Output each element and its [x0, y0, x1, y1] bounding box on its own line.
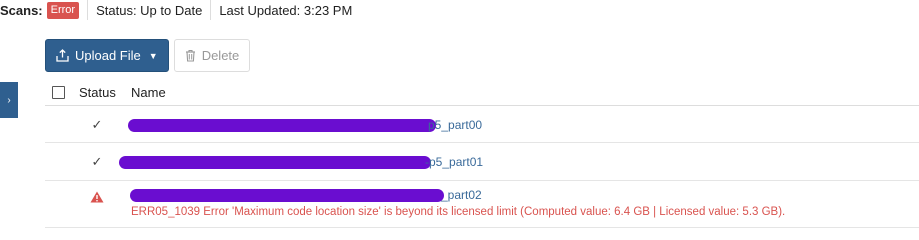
- side-panel-toggle[interactable]: ›: [0, 82, 18, 118]
- scans-error-badge[interactable]: Error: [46, 1, 80, 19]
- trash-icon: [185, 49, 195, 62]
- redaction-bar: [128, 119, 436, 132]
- warning-icon: [90, 191, 104, 203]
- status-text: Status: Up to Date: [96, 2, 203, 18]
- column-header-status: Status: [79, 85, 116, 100]
- scans-segment: Scans: Error: [0, 0, 89, 20]
- file-name-link[interactable]: p5_part00: [428, 118, 482, 132]
- status-segment: Status: Up to Date: [88, 0, 212, 20]
- table-row[interactable]: _part02 ERR05_1039 Error 'Maximum code l…: [45, 181, 919, 228]
- last-updated-segment: Last Updated: 3:23 PM: [211, 0, 360, 20]
- table-row[interactable]: ✓ p5_part00: [45, 106, 919, 143]
- table-row[interactable]: ✓ -p5_part01: [45, 143, 919, 181]
- chevron-right-icon: ›: [7, 94, 11, 106]
- upload-icon: [56, 49, 69, 62]
- check-icon: ✓: [91, 154, 103, 169]
- file-name-link[interactable]: -p5_part01: [425, 155, 483, 169]
- delete-button[interactable]: Delete: [173, 39, 251, 72]
- select-all-checkbox[interactable]: [52, 86, 65, 99]
- redaction-bar: [130, 189, 444, 202]
- caret-down-icon: ▼: [148, 50, 158, 61]
- upload-file-button[interactable]: Upload File ▼: [45, 39, 169, 72]
- toolbar: Upload File ▼ Delete: [45, 39, 251, 72]
- error-message: ERR05_1039 Error 'Maximum code location …: [131, 206, 786, 218]
- table-header: Status Name: [45, 80, 919, 106]
- redaction-bar: [119, 156, 431, 169]
- file-name-link[interactable]: _part02: [441, 188, 482, 202]
- scans-label: Scans:: [0, 2, 43, 18]
- check-icon: ✓: [91, 117, 103, 132]
- status-bar: Scans: Error Status: Up to Date Last Upd…: [0, 0, 919, 20]
- delete-label: Delete: [201, 48, 240, 63]
- column-header-name: Name: [131, 85, 166, 100]
- upload-file-label: Upload File: [75, 48, 141, 63]
- last-updated-text: Last Updated: 3:23 PM: [219, 2, 353, 18]
